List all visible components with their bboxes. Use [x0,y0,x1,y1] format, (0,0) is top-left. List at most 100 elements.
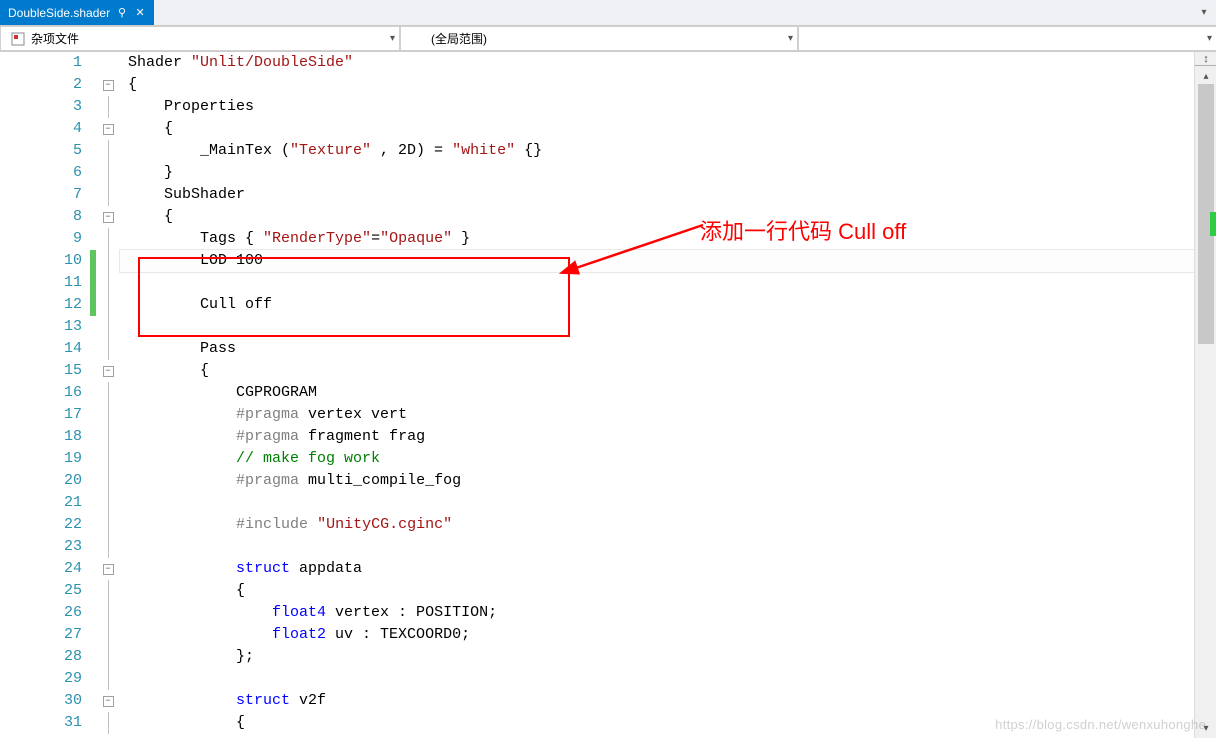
fold-guide [108,580,109,602]
fold-guide [108,426,109,448]
fold-cell[interactable]: − [96,74,120,96]
pin-icon[interactable]: ⚲ [116,7,128,19]
chevron-down-icon: ▾ [1207,33,1212,44]
line-number: 20 [0,470,82,492]
code-line[interactable]: }; [120,646,1194,668]
split-icon[interactable]: ↕ [1195,52,1216,66]
code-line[interactable]: #pragma fragment frag [120,426,1194,448]
fold-guide [108,184,109,206]
code-line[interactable]: CGPROGRAM [120,382,1194,404]
code-line[interactable]: Cull off [120,294,1194,316]
line-number: 22 [0,514,82,536]
fold-cell[interactable]: − [96,558,120,580]
code-area[interactable]: Shader "Unlit/DoubleSide"{ Properties { … [120,52,1194,738]
code-line[interactable]: LOD 100 [120,250,1194,272]
fold-toggle-icon[interactable]: − [103,366,114,377]
line-number: 4 [0,118,82,140]
scroll-change-marker [1210,212,1216,236]
fold-guide [108,272,109,294]
code-line[interactable]: Shader "Unlit/DoubleSide" [120,52,1194,74]
fold-cell[interactable]: − [96,360,120,382]
fold-guide [108,316,109,338]
code-line[interactable]: struct v2f [120,690,1194,712]
line-number: 17 [0,404,82,426]
fold-cell[interactable]: − [96,118,120,140]
code-line[interactable]: float4 vertex : POSITION; [120,602,1194,624]
fold-cell [96,184,120,206]
tab-dropdown-icon[interactable]: ▾ [1196,4,1212,20]
fold-guide [108,624,109,646]
fold-cell [96,272,120,294]
fold-guide [108,96,109,118]
fold-cell[interactable]: − [96,690,120,712]
code-line[interactable] [120,316,1194,338]
fold-guide [108,338,109,360]
code-line[interactable]: { [120,74,1194,96]
code-line[interactable] [120,492,1194,514]
code-line[interactable] [120,272,1194,294]
line-number: 30 [0,690,82,712]
fold-toggle-icon[interactable]: − [103,696,114,707]
scope-member-select[interactable]: ▾ [798,26,1216,51]
fold-cell [96,338,120,360]
code-line[interactable]: _MainTex ("Texture" , 2D) = "white" {} [120,140,1194,162]
line-number: 21 [0,492,82,514]
fold-cell [96,52,120,74]
scope-scope-select[interactable]: (全局范围) ▾ [400,26,798,51]
fold-toggle-icon[interactable]: − [103,212,114,223]
line-number: 7 [0,184,82,206]
line-number-gutter: 1234567891011121314151617181920212223242… [0,52,90,738]
line-number: 5 [0,140,82,162]
code-line[interactable]: { [120,360,1194,382]
code-line[interactable]: Properties [120,96,1194,118]
vertical-scrollbar[interactable]: ↕ ▴ ▾ [1194,52,1216,738]
code-line[interactable]: #pragma multi_compile_fog [120,470,1194,492]
line-number: 29 [0,668,82,690]
line-number: 16 [0,382,82,404]
chevron-down-icon: ▾ [390,33,395,44]
code-line[interactable] [120,668,1194,690]
fold-guide [108,492,109,514]
line-number: 13 [0,316,82,338]
scroll-up-icon[interactable]: ▴ [1198,68,1214,84]
fold-cell [96,316,120,338]
code-line[interactable]: Tags { "RenderType"="Opaque" } [120,228,1194,250]
watermark: https://blog.csdn.net/wenxuhonghe [995,717,1206,732]
fold-cell [96,536,120,558]
code-line[interactable]: // make fog work [120,448,1194,470]
fold-guide [108,646,109,668]
fold-toggle-icon[interactable]: − [103,80,114,91]
code-line[interactable]: { [120,580,1194,602]
fold-guide [108,228,109,250]
code-line[interactable]: { [120,206,1194,228]
code-line[interactable]: Pass [120,338,1194,360]
line-number: 26 [0,602,82,624]
tab-active[interactable]: DoubleSide.shader ⚲ ✕ [0,0,154,25]
fold-guide [108,382,109,404]
fold-toggle-icon[interactable]: − [103,564,114,575]
fold-guide [108,668,109,690]
fold-guide [108,404,109,426]
code-line[interactable]: } [120,162,1194,184]
scope-bar: 杂项文件 ▾ (全局范围) ▾ ▾ [0,26,1216,52]
code-line[interactable]: struct appdata [120,558,1194,580]
fold-cell [96,580,120,602]
fold-cell [96,294,120,316]
fold-guide [108,602,109,624]
code-line[interactable]: float2 uv : TEXCOORD0; [120,624,1194,646]
line-number: 24 [0,558,82,580]
close-icon[interactable]: ✕ [134,7,146,19]
code-line[interactable]: SubShader [120,184,1194,206]
code-line[interactable]: { [120,118,1194,140]
fold-toggle-icon[interactable]: − [103,124,114,135]
fold-cell [96,602,120,624]
fold-cell [96,228,120,250]
code-line[interactable]: #include "UnityCG.cginc" [120,514,1194,536]
line-number: 23 [0,536,82,558]
code-line[interactable]: #pragma vertex vert [120,404,1194,426]
code-line[interactable] [120,536,1194,558]
fold-guide [108,448,109,470]
scope-project-select[interactable]: 杂项文件 ▾ [0,26,400,51]
fold-cell[interactable]: − [96,206,120,228]
fold-cell [96,404,120,426]
